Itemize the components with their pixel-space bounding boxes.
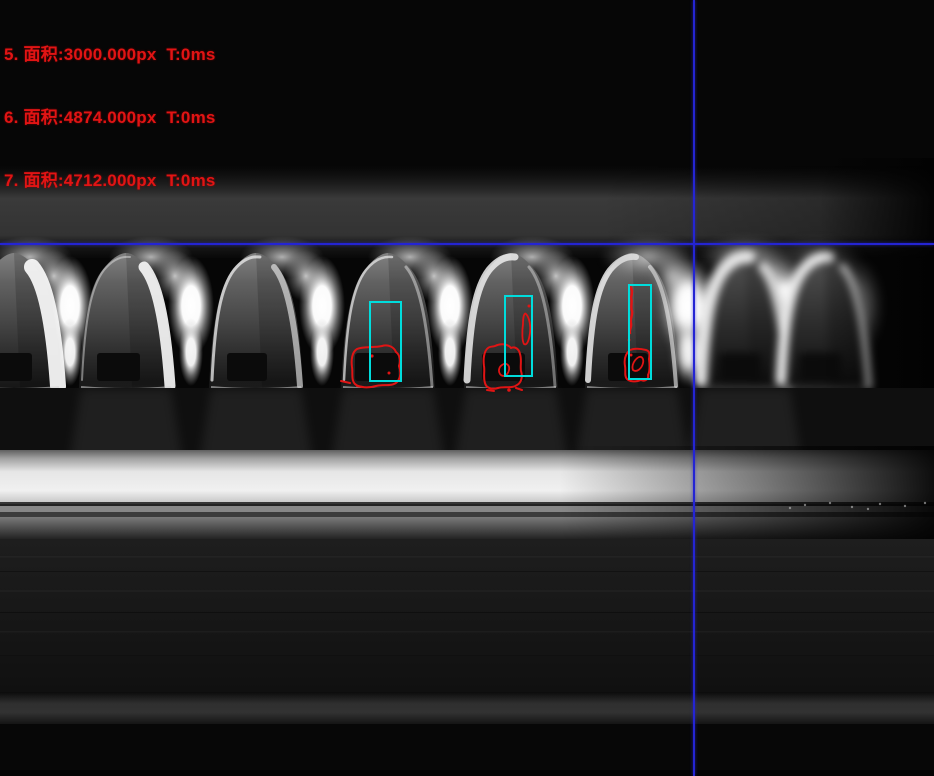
machine-vision-viewport: 5. 面积:3000.000px T:0ms 6. 面积:4874.000px … <box>0 0 934 776</box>
crosshair-vertical-line <box>693 0 695 776</box>
crosshair-horizontal-line <box>0 243 934 245</box>
measurement-line: 6. 面积:4874.000px T:0ms <box>4 107 216 128</box>
measurement-line: 5. 面积:3000.000px T:0ms <box>4 44 216 65</box>
measurement-readout: 5. 面积:3000.000px T:0ms 6. 面积:4874.000px … <box>4 2 216 233</box>
measurement-line: 7. 面积:4712.000px T:0ms <box>4 170 216 191</box>
